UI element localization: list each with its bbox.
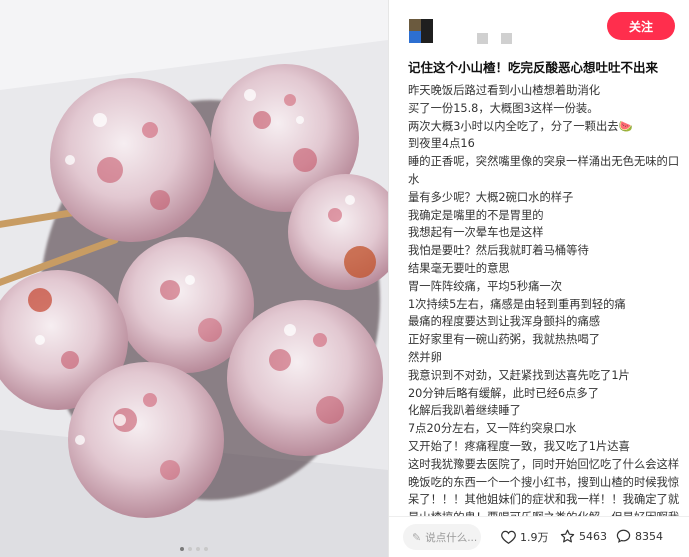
post-body: 昨天晚饭后路过看到小山楂想着助消化 买了一份15.8，大概图3这样一份装。两次大概… [408, 82, 681, 518]
collect-button[interactable]: 5463 [560, 529, 607, 543]
post-body-line: 我怕是要吐？然后我就盯着马桶等待 [408, 244, 589, 258]
post-body-line: 呆了！！！其他姐妹们的症状和我一样！！我确定了就 [408, 493, 680, 507]
watermelon-emoji: 🍉 [618, 119, 633, 133]
post-panel: 关注 记住这个小山楂！吃完反酸恶心想吐吐不出来 昨天晚饭后路过看到小山楂想着助消… [388, 0, 689, 557]
carousel-dot[interactable] [180, 547, 184, 551]
post-body-line: 化解后我趴着继续睡了 [408, 404, 521, 418]
post-body-line: 两次大概3小时以内全吃了，分了一颗出去🍉 [408, 119, 633, 133]
hawthorn-photo [0, 0, 388, 557]
author-row: 关注 [409, 12, 679, 49]
pen-icon: ✎ [412, 530, 422, 544]
post-body-line: 最痛的程度要达到让我浑身颤抖的痛感 [408, 315, 601, 329]
post-body-line: 买了一份15.8，大概图3这样一份装。 [408, 101, 599, 115]
comment-button[interactable]: 8354 [616, 529, 663, 543]
post-body-line: 结果毫无要吐的意思 [408, 261, 510, 275]
heart-icon [501, 530, 516, 544]
post-body-line: 我意识到不对劲，又赶紧找到达喜先吃了1片 [408, 368, 630, 382]
follow-button[interactable]: 关注 [607, 12, 675, 40]
carousel-indicator [0, 547, 388, 551]
like-count: 1.9万 [520, 531, 549, 544]
comment-placeholder: 说点什么... [425, 531, 478, 544]
hawthorn-ball [68, 362, 224, 518]
post-body-line: 昨天晚饭后路过看到小山楂想着助消化 [408, 84, 601, 97]
post-body-line: 到夜里4点16 [408, 137, 475, 151]
post-body-line: 1次持续5左右，痛感是由轻到重再到轻的痛 [408, 297, 626, 311]
post-body-line: 正好家里有一碗山药粥，我就热热喝了 [408, 333, 601, 347]
post-body-line: 量有多少呢？大概2碗口水的样子 [408, 190, 574, 204]
post-body-line: 然并卵 [408, 350, 442, 364]
author-name-redacted[interactable] [501, 33, 512, 44]
comment-input[interactable]: ✎ 说点什么... [403, 524, 481, 550]
post-body-line: 水 [408, 172, 420, 186]
post-body-line: 胃一阵阵绞痛，平均5秒痛一次 [408, 279, 563, 293]
avatar[interactable] [409, 19, 433, 43]
post-body-line: 我确定是嘴里的不是胃里的 [408, 208, 544, 222]
post-title: 记住这个小山楂！吃完反酸恶心想吐吐不出来 [408, 60, 659, 75]
post-body-line: 20分钟后略有缓解，此时已经6点多了 [408, 386, 600, 400]
comment-bubble-icon [616, 529, 631, 543]
like-button[interactable]: 1.9万 [501, 529, 549, 545]
post-body-line: 我想起有一次晕车也是这样 [408, 226, 544, 240]
post-body-line: 又开始了！疼痛程度一致，我又吃了1片达喜 [408, 439, 630, 453]
author-name-redacted[interactable] [477, 33, 488, 44]
post-body-line: 晚饭吃的东西一个一个搜小红书，搜到山楂的时候我惊 [408, 475, 680, 489]
collect-count: 5463 [579, 529, 607, 543]
comment-count: 8354 [635, 529, 663, 543]
post-body-line: 7点20分左右，又一阵约突泉口水 [408, 422, 577, 436]
hawthorn-ball [227, 300, 383, 456]
post-body-line: 睡的正香呢，突然嘴里像的突泉一样涌出无色无味的口 [408, 155, 680, 169]
carousel-dot[interactable] [196, 547, 200, 551]
bottom-bar: ✎ 说点什么... 1.9万 5463 8354 [389, 516, 689, 557]
carousel-dot[interactable] [204, 547, 208, 551]
post-image[interactable] [0, 0, 388, 557]
star-icon [560, 529, 575, 543]
carousel-dot[interactable] [188, 547, 192, 551]
post-body-line: 这时我犹豫要去医院了，同时开始回忆吃了什么会这样 [408, 457, 680, 471]
